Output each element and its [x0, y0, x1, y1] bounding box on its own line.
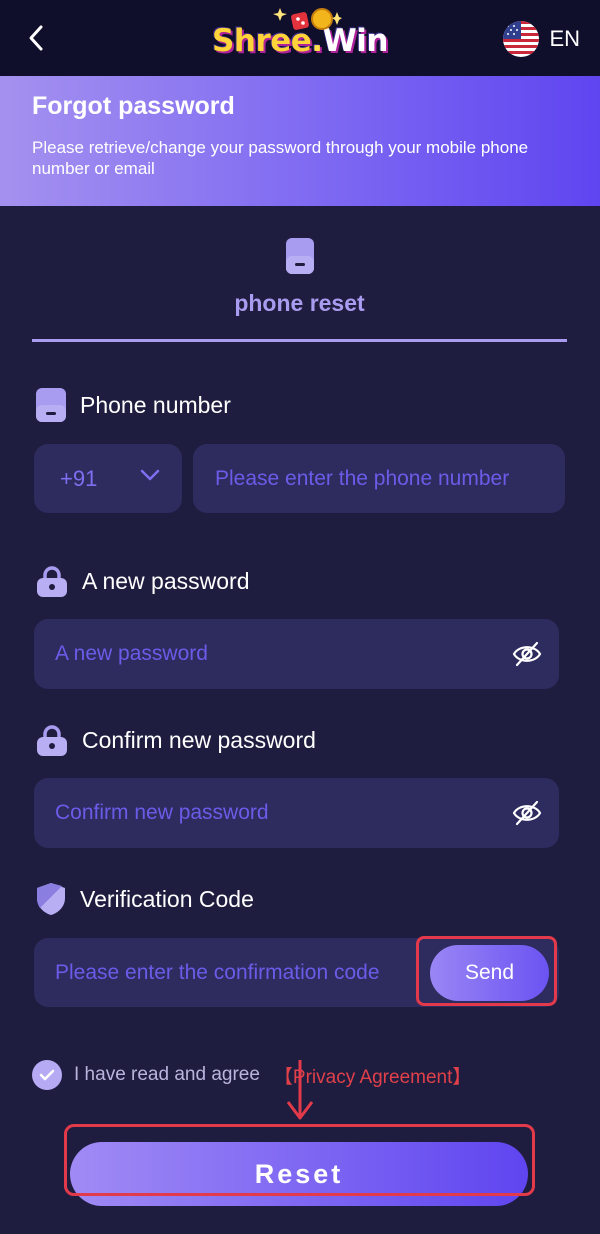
verification-code-label: Verification Code: [36, 881, 254, 917]
confirm-password-input[interactable]: Confirm new password: [34, 778, 559, 848]
phone-number-input[interactable]: Please enter the phone number: [193, 444, 565, 513]
eye-off-icon[interactable]: [512, 799, 542, 827]
send-button-highlight: [416, 936, 557, 1006]
phone-number-label: Phone number: [36, 387, 231, 423]
country-code-value: +91: [60, 465, 98, 491]
tab-phone-reset[interactable]: phone reset: [32, 238, 567, 342]
page-subtitle: Please retrieve/change your password thr…: [32, 138, 529, 178]
eye-off-icon[interactable]: [512, 640, 542, 668]
back-button[interactable]: [18, 20, 54, 56]
arrow-down-icon: [286, 1060, 314, 1120]
chevron-down-icon: [140, 469, 160, 481]
top-bar: Shree.Win EN: [0, 0, 600, 76]
phone-number-label-text: Phone number: [80, 391, 231, 418]
dice-coin-icon: [273, 8, 343, 30]
agreement-text: I have read and agree: [74, 1064, 260, 1085]
hero-banner: Forgot password Please retrieve/change y…: [0, 76, 600, 206]
privacy-agreement-row: I have read and agree 【Privacy Agreement…: [32, 1060, 471, 1090]
language-label: EN: [549, 26, 580, 51]
chevron-left-icon: [29, 25, 43, 51]
check-icon: [39, 1069, 55, 1081]
phone-icon: [285, 238, 314, 274]
agreement-checkbox[interactable]: [32, 1060, 62, 1090]
lock-icon: [37, 725, 67, 756]
phone-icon: [36, 388, 66, 422]
new-password-label-text: A new password: [82, 567, 250, 594]
confirm-password-placeholder: Confirm new password: [55, 801, 269, 824]
tab-label: phone reset: [234, 290, 365, 316]
shield-icon: [37, 883, 65, 915]
country-code-select[interactable]: +91: [34, 444, 182, 513]
new-password-input[interactable]: A new password: [34, 619, 559, 689]
confirm-password-label: Confirm new password: [36, 722, 316, 758]
brand-logo: Shree.Win: [212, 8, 388, 59]
reset-button-highlight: [64, 1124, 535, 1196]
new-password-label: A new password: [36, 563, 249, 599]
lock-icon: [37, 566, 67, 597]
phone-number-placeholder: Please enter the phone number: [215, 466, 510, 490]
page-title: Forgot password: [32, 92, 235, 120]
confirm-password-label-text: Confirm new password: [82, 726, 316, 753]
new-password-placeholder: A new password: [55, 642, 208, 665]
verification-code-placeholder: Please enter the confirmation code: [55, 960, 380, 984]
us-flag-icon: [503, 21, 540, 57]
language-selector[interactable]: EN: [503, 20, 580, 58]
verification-code-label-text: Verification Code: [80, 885, 254, 912]
